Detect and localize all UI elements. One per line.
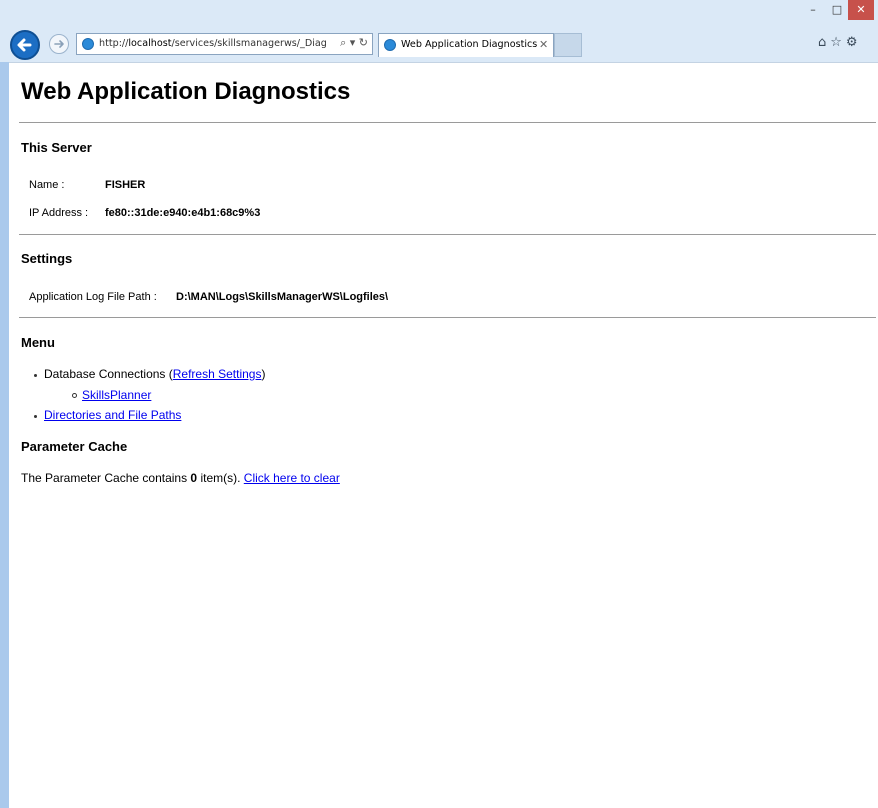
browser-chrome: – □ ✕ http://localhost/services/skillsma… (0, 0, 878, 63)
server-name-value: FISHER (105, 179, 146, 191)
sub-bullet-icon (72, 393, 77, 398)
directories-and-file-paths-link[interactable]: Directories and File Paths (44, 408, 181, 422)
refresh-settings-link[interactable]: Refresh Settings (173, 367, 262, 381)
settings-heading: Settings (21, 251, 73, 266)
forward-arrow-icon (54, 40, 64, 48)
maximize-button[interactable]: □ (826, 0, 848, 20)
page-title: Web Application Diagnostics (21, 78, 351, 105)
menu-item-database-connections: Database Connections (Refresh Settings) (44, 367, 266, 381)
ie-tab-icon (384, 39, 396, 51)
ie-page-icon (82, 38, 94, 50)
address-url[interactable]: http://localhost/services/skillsmanagerw… (99, 38, 339, 49)
back-button[interactable] (10, 30, 40, 60)
server-ip-value: fe80::31de:e940:e4b1:68c9%3 (105, 207, 261, 219)
menu-heading: Menu (21, 335, 55, 350)
address-tools-icons[interactable]: ⌕ ▾ ↻ (340, 36, 368, 50)
this-server-heading: This Server (21, 140, 92, 155)
parameter-cache-summary: The Parameter Cache contains 0 item(s). … (21, 471, 340, 485)
bullet-icon (34, 374, 37, 377)
minimize-button[interactable]: – (800, 0, 826, 20)
divider (19, 317, 876, 318)
forward-button[interactable] (49, 34, 69, 54)
tab-web-application-diagnostics[interactable]: Web Application Diagnostics ✕ (378, 33, 554, 57)
close-button[interactable]: ✕ (848, 0, 874, 20)
tab-label: Web Application Diagnostics (401, 39, 538, 50)
title-bar: – □ ✕ (0, 0, 878, 26)
toolbar-icons[interactable]: ⌂☆⚙ (818, 35, 862, 50)
log-path-value: D:\MAN\Logs\SkillsManagerWS\Logfiles\ (176, 291, 389, 303)
window-left-border (0, 62, 9, 808)
back-arrow-icon (17, 38, 32, 52)
parameter-cache-heading: Parameter Cache (21, 439, 128, 454)
new-tab-button[interactable] (554, 33, 582, 57)
divider (19, 122, 876, 123)
skillsplanner-link[interactable]: SkillsPlanner (82, 388, 151, 402)
log-path-label: Application Log File Path : (29, 291, 157, 303)
clear-cache-link[interactable]: Click here to clear (244, 471, 340, 485)
divider (19, 234, 876, 235)
server-ip-label: IP Address : (29, 207, 89, 219)
server-name-label: Name : (29, 179, 65, 191)
bullet-icon (34, 415, 37, 418)
tab-close-icon[interactable]: ✕ (539, 38, 548, 51)
address-bar[interactable]: http://localhost/services/skillsmanagerw… (76, 33, 373, 55)
